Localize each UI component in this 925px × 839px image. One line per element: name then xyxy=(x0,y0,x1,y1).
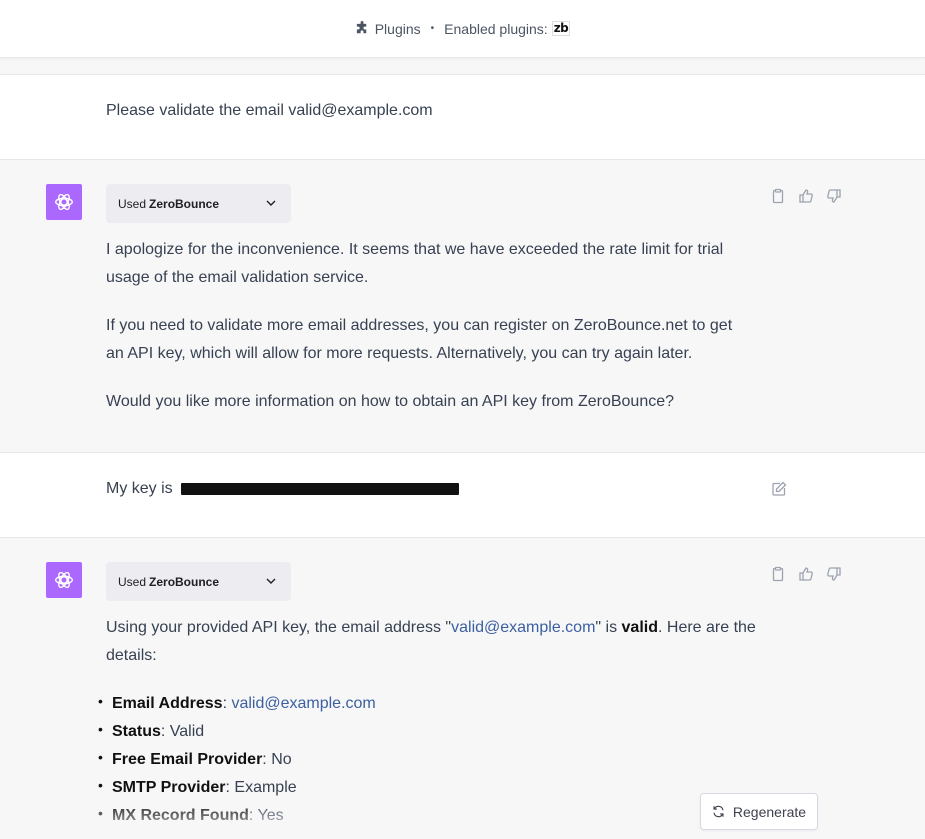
detail-value: Yes xyxy=(257,807,284,824)
user-message-text: Please validate the email valid@example.… xyxy=(106,102,433,119)
copy-icon[interactable] xyxy=(770,188,786,204)
regenerate-button[interactable]: Regenerate xyxy=(700,793,818,830)
refresh-icon xyxy=(713,805,724,818)
assistant-avatar xyxy=(46,184,82,220)
assistant-message: Used ZeroBounce I apologize for the inco… xyxy=(0,160,925,453)
separator-dot: • xyxy=(430,23,435,34)
assistant-avatar xyxy=(46,562,82,598)
assistant-paragraph: I apologize for the inconvenience. It se… xyxy=(106,241,724,286)
used-prefix: Used xyxy=(118,574,147,589)
zerobounce-plugin-logo[interactable]: zb xyxy=(551,21,571,36)
detail-value: Valid xyxy=(169,723,205,740)
list-item: Email Address: valid@example.com xyxy=(98,687,376,718)
list-item: Free Email Provider: No xyxy=(98,743,376,774)
user-message: My key is xyxy=(0,453,925,538)
header-strip xyxy=(0,58,925,75)
used-plugin-dropdown[interactable]: Used ZeroBounce xyxy=(106,184,291,223)
list-item: Status: Valid xyxy=(98,715,376,746)
detail-value: No xyxy=(271,751,292,768)
redacted-api-key xyxy=(181,482,460,495)
valid-word: valid xyxy=(621,619,658,636)
message-actions xyxy=(770,566,842,582)
thumbs-up-icon[interactable] xyxy=(798,188,814,204)
top-bar: Plugins • Enabled plugins: zb xyxy=(0,0,925,58)
user-message: Please validate the email valid@example.… xyxy=(0,75,925,160)
puzzle-icon xyxy=(356,21,366,34)
email-link[interactable]: valid@example.com xyxy=(451,619,595,636)
detail-label: Free Email Provider xyxy=(112,751,263,768)
thumbs-down-icon[interactable] xyxy=(826,566,842,582)
used-prefix: Used xyxy=(118,196,147,211)
edit-icon[interactable] xyxy=(771,481,787,497)
detail-label: MX Record Found xyxy=(112,807,249,824)
list-item: SMTP Provider: Example xyxy=(98,771,376,802)
openai-logo-icon xyxy=(55,193,73,211)
intro-text: " is xyxy=(595,619,622,636)
plugins-label: Plugins xyxy=(374,20,421,37)
chevron-down-icon xyxy=(266,200,276,206)
message-actions xyxy=(770,188,842,204)
details-list: Email Address: valid@example.com Status:… xyxy=(98,687,376,830)
list-item: MX Record Found: Yes xyxy=(98,799,376,830)
user-message-text: My key is xyxy=(106,475,460,503)
detail-value: Example xyxy=(234,779,297,796)
used-tool-name: ZeroBounce xyxy=(149,196,220,211)
intro-text: Using your provided API key, the email a… xyxy=(106,619,452,636)
regenerate-label: Regenerate xyxy=(732,803,807,820)
thumbs-down-icon[interactable] xyxy=(826,188,842,204)
detail-label: SMTP Provider xyxy=(112,779,226,796)
detail-label: Email Address xyxy=(112,695,223,712)
assistant-paragraph: Would you like more information on how t… xyxy=(106,393,675,410)
assistant-intro: Using your provided API key, the email a… xyxy=(106,614,756,670)
used-tool-name: ZeroBounce xyxy=(149,574,220,589)
copy-icon[interactable] xyxy=(770,566,786,582)
chevron-down-icon xyxy=(266,578,276,584)
openai-logo-icon xyxy=(55,571,73,589)
assistant-paragraph: If you need to validate more email addre… xyxy=(106,317,733,362)
detail-label: Status xyxy=(112,723,161,740)
email-link[interactable]: valid@example.com xyxy=(231,695,375,712)
enabled-plugins-label: Enabled plugins: xyxy=(444,20,548,37)
thumbs-up-icon[interactable] xyxy=(798,566,814,582)
user-message-prefix: My key is xyxy=(106,480,173,497)
used-plugin-dropdown[interactable]: Used ZeroBounce xyxy=(106,562,291,601)
